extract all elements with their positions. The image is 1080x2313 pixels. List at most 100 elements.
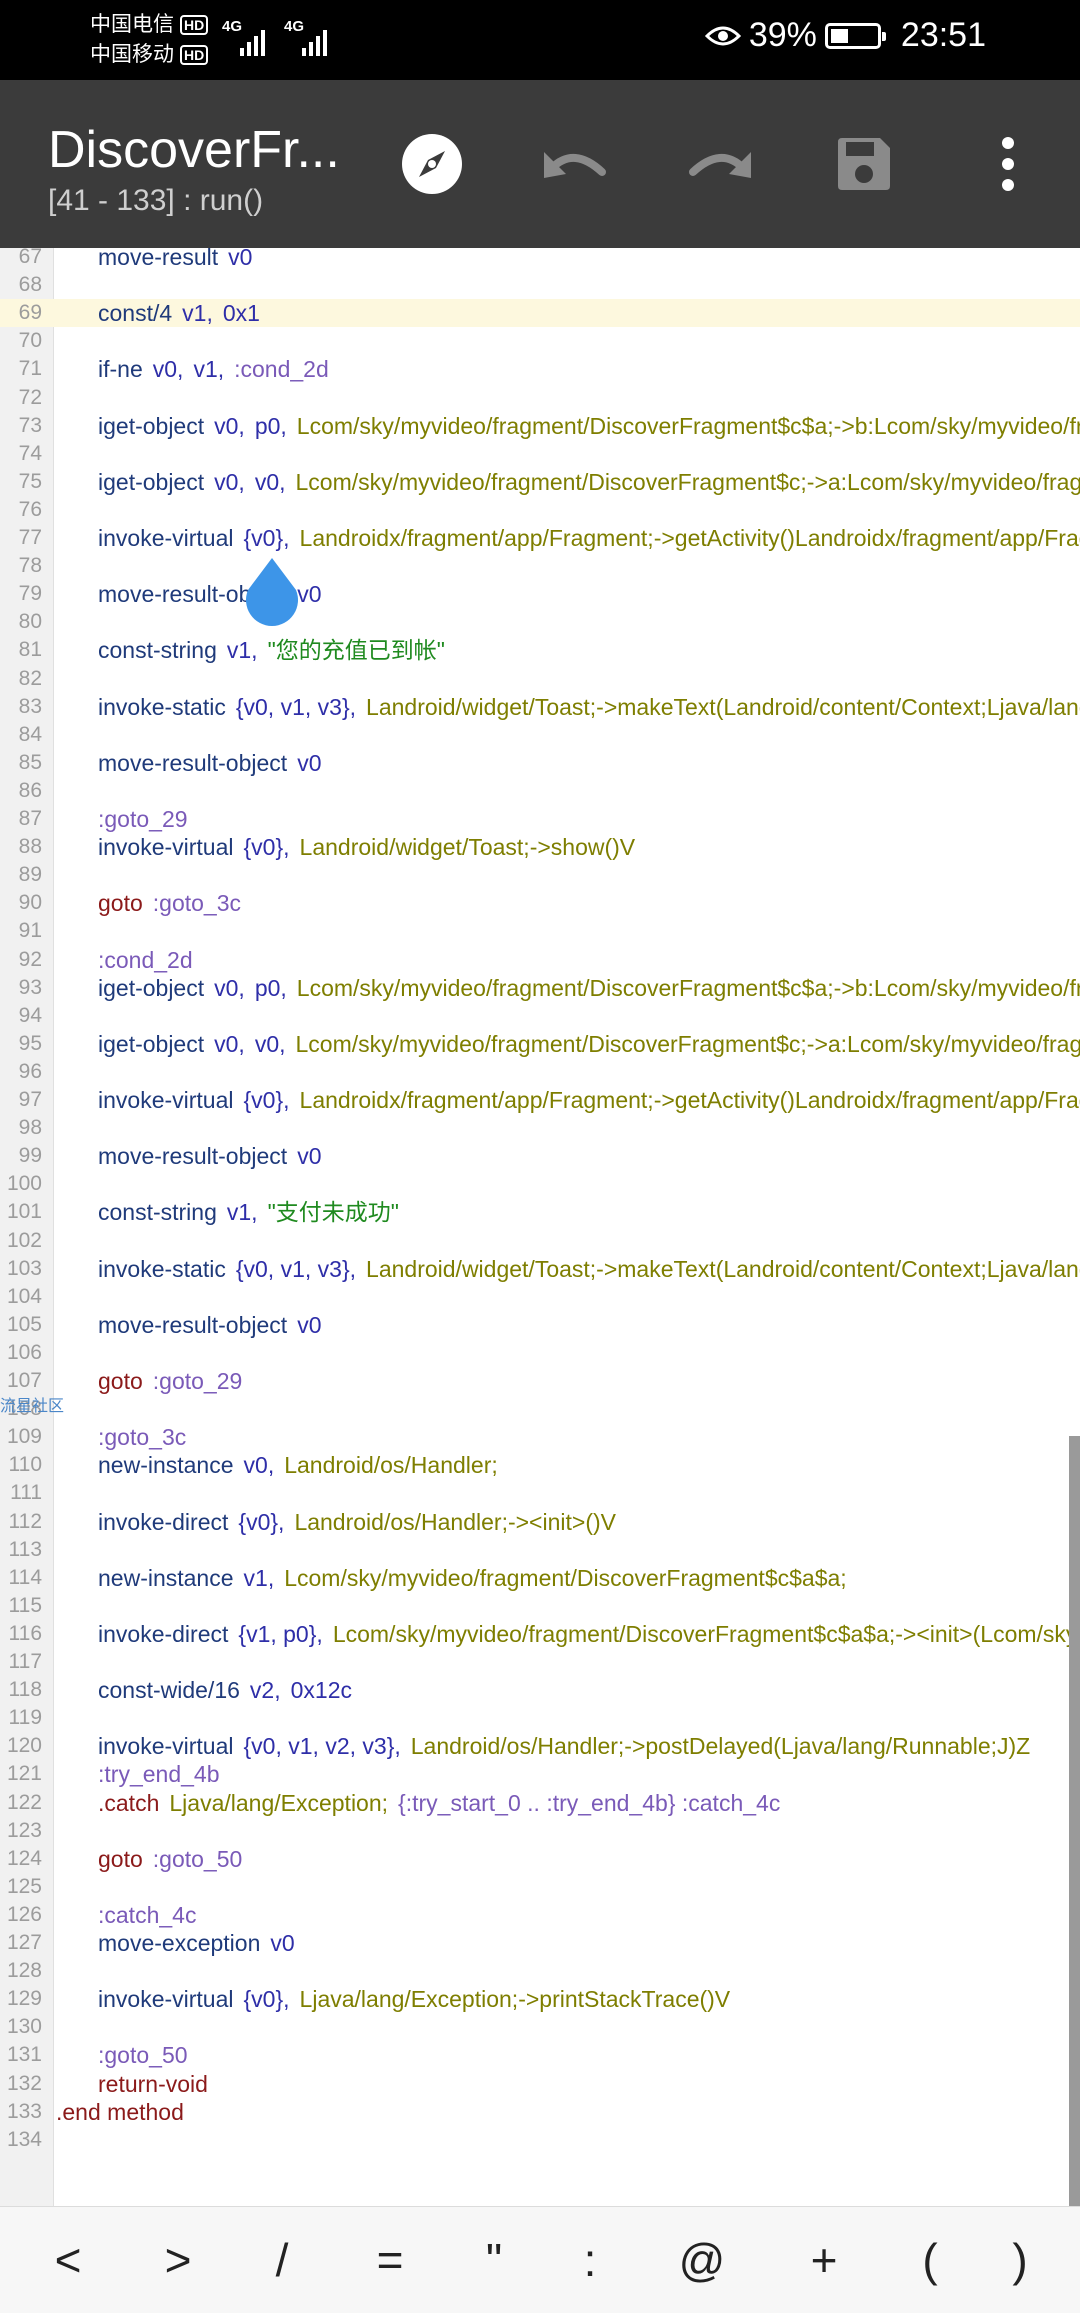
code-line[interactable]: 94 bbox=[0, 1002, 1080, 1030]
line-number: 71 bbox=[0, 355, 42, 383]
line-number: 121 bbox=[0, 1760, 42, 1788]
code-line[interactable]: 97invoke-virtual{v0},Landroidx/fragment/… bbox=[0, 1086, 1080, 1114]
code-line[interactable]: 115 bbox=[0, 1592, 1080, 1620]
code-line[interactable]: 103invoke-static{v0, v1, v3},Landroid/wi… bbox=[0, 1255, 1080, 1283]
code-line[interactable]: 118const-wide/16v2,0x12c bbox=[0, 1676, 1080, 1704]
symbol-key-less-than[interactable]: < bbox=[18, 2207, 118, 2313]
code-token: invoke-virtual bbox=[98, 834, 234, 860]
code-line[interactable]: 105move-result-objectv0 bbox=[0, 1311, 1080, 1339]
code-line[interactable]: 121:try_end_4b bbox=[0, 1760, 1080, 1788]
code-line[interactable]: 70 bbox=[0, 327, 1080, 355]
code-line[interactable]: 108 bbox=[0, 1395, 1080, 1423]
code-line[interactable]: 120invoke-virtual{v0, v1, v2, v3},Landro… bbox=[0, 1732, 1080, 1760]
code-line[interactable]: 81 const-stringv1,"您的充值已到帐" bbox=[0, 636, 1080, 664]
code-line[interactable]: 88invoke-virtual{v0},Landroid/widget/Toa… bbox=[0, 833, 1080, 861]
code-line[interactable]: 69const/4v1,0x1 bbox=[0, 299, 1080, 327]
code-line[interactable]: 91 bbox=[0, 917, 1080, 945]
code-line[interactable]: 75iget-objectv0,v0,Lcom/sky/myvideo/frag… bbox=[0, 468, 1080, 496]
code-line[interactable]: 128 bbox=[0, 1957, 1080, 1985]
symbol-key-plus[interactable]: + bbox=[774, 2207, 874, 2313]
code-token: "您的充值已到帐" bbox=[268, 637, 445, 663]
code-text: move-result-objectv0 bbox=[98, 1142, 331, 1170]
symbol-key-open-paren[interactable]: ( bbox=[880, 2207, 980, 2313]
code-line[interactable]: 124goto:goto_50 bbox=[0, 1845, 1080, 1873]
code-line[interactable]: 101const-stringv1,"支付未成功" bbox=[0, 1198, 1080, 1226]
code-line[interactable]: 116invoke-direct{v1, p0},Lcom/sky/myvide… bbox=[0, 1620, 1080, 1648]
line-number: 131 bbox=[0, 2041, 42, 2069]
code-line[interactable]: 113 bbox=[0, 1536, 1080, 1564]
network-type-2: 4G bbox=[284, 18, 304, 35]
code-line[interactable]: 127move-exceptionv0 bbox=[0, 1929, 1080, 1957]
code-line[interactable]: 84 bbox=[0, 721, 1080, 749]
code-line[interactable]: 74 bbox=[0, 440, 1080, 468]
symbol-key-greater-than[interactable]: > bbox=[128, 2207, 228, 2313]
code-line[interactable]: 72 bbox=[0, 384, 1080, 412]
code-line[interactable]: 114new-instancev1,Lcom/sky/myvideo/fragm… bbox=[0, 1564, 1080, 1592]
symbol-key-slash[interactable]: / bbox=[232, 2207, 332, 2313]
code-line[interactable]: 71if-nev0,v1,:cond_2d bbox=[0, 355, 1080, 383]
code-line[interactable]: 117 bbox=[0, 1648, 1080, 1676]
code-line[interactable]: 89 bbox=[0, 861, 1080, 889]
code-line[interactable]: 86 bbox=[0, 777, 1080, 805]
code-line[interactable]: 92:cond_2d bbox=[0, 946, 1080, 974]
code-line[interactable]: 132return-void bbox=[0, 2070, 1080, 2098]
code-line[interactable]: 99move-result-objectv0 bbox=[0, 1142, 1080, 1170]
more-options-button[interactable] bbox=[968, 124, 1048, 204]
code-line[interactable]: 130 bbox=[0, 2013, 1080, 2041]
code-text: invoke-virtual{v0},Landroidx/fragment/ap… bbox=[98, 524, 1080, 552]
code-line[interactable]: 133.end method bbox=[0, 2098, 1080, 2126]
navigate-button[interactable] bbox=[392, 124, 472, 204]
code-line[interactable]: 134 bbox=[0, 2126, 1080, 2154]
code-line[interactable]: 93iget-objectv0,p0,Lcom/sky/myvideo/frag… bbox=[0, 974, 1080, 1002]
code-line[interactable]: 98 bbox=[0, 1114, 1080, 1142]
code-line[interactable]: 90goto:goto_3c bbox=[0, 889, 1080, 917]
line-number: 81 bbox=[0, 636, 42, 664]
code-line[interactable]: 123 bbox=[0, 1817, 1080, 1845]
code-line[interactable]: 73iget-objectv0,p0,Lcom/sky/myvideo/frag… bbox=[0, 412, 1080, 440]
code-line[interactable]: 131:goto_50 bbox=[0, 2041, 1080, 2069]
code-line[interactable]: 104 bbox=[0, 1283, 1080, 1311]
cursor-handle-icon[interactable] bbox=[241, 556, 303, 628]
code-line[interactable]: 67move-resultv0 bbox=[0, 248, 1080, 271]
code-line[interactable]: 78 bbox=[0, 552, 1080, 580]
code-line[interactable]: 82 bbox=[0, 665, 1080, 693]
code-line[interactable]: 83invoke-static{v0, v1, v3},Landroid/wid… bbox=[0, 693, 1080, 721]
code-line[interactable]: 126:catch_4c bbox=[0, 1901, 1080, 1929]
code-line[interactable]: 112invoke-direct{v0},Landroid/os/Handler… bbox=[0, 1508, 1080, 1536]
symbol-key-at[interactable]: @ bbox=[652, 2207, 752, 2313]
line-number: 128 bbox=[0, 1957, 42, 1985]
symbol-key-colon[interactable]: : bbox=[540, 2207, 640, 2313]
code-line[interactable]: 96 bbox=[0, 1058, 1080, 1086]
code-line[interactable]: 79move-result-objectv0 bbox=[0, 580, 1080, 608]
carrier-info: 中国电信HD 中国移动HD bbox=[90, 10, 208, 70]
code-line[interactable]: 87:goto_29 bbox=[0, 805, 1080, 833]
code-line[interactable]: 119 bbox=[0, 1704, 1080, 1732]
code-line[interactable]: 95iget-objectv0,v0,Lcom/sky/myvideo/frag… bbox=[0, 1030, 1080, 1058]
code-line[interactable]: 125 bbox=[0, 1873, 1080, 1901]
code-line[interactable]: 102 bbox=[0, 1227, 1080, 1255]
code-line[interactable]: 85move-result-objectv0 bbox=[0, 749, 1080, 777]
code-line[interactable]: 129invoke-virtual{v0},Ljava/lang/Excepti… bbox=[0, 1985, 1080, 2013]
code-line[interactable]: 68 bbox=[0, 271, 1080, 299]
code-line[interactable]: 109:goto_3c bbox=[0, 1423, 1080, 1451]
code-line[interactable]: 111 bbox=[0, 1479, 1080, 1507]
code-line[interactable]: 122.catchLjava/lang/Exception;{:try_star… bbox=[0, 1789, 1080, 1817]
code-line[interactable]: 80 bbox=[0, 608, 1080, 636]
save-button[interactable] bbox=[824, 124, 904, 204]
code-line[interactable]: 77invoke-virtual{v0},Landroidx/fragment/… bbox=[0, 524, 1080, 552]
code-text: const-stringv1,"您的充值已到帐" bbox=[98, 636, 455, 664]
code-line[interactable]: 107goto:goto_29 bbox=[0, 1367, 1080, 1395]
file-title: DiscoverFr... bbox=[48, 118, 340, 182]
code-line[interactable]: 100 bbox=[0, 1170, 1080, 1198]
symbol-key-equals[interactable]: = bbox=[340, 2207, 440, 2313]
symbol-key-close-paren[interactable]: ) bbox=[970, 2207, 1070, 2313]
code-line[interactable]: 110new-instancev0,Landroid/os/Handler; bbox=[0, 1451, 1080, 1479]
code-token: "支付未成功" bbox=[268, 1199, 399, 1225]
code-line[interactable]: 106 bbox=[0, 1339, 1080, 1367]
symbol-key-quote[interactable]: " bbox=[444, 2207, 544, 2313]
undo-button[interactable] bbox=[535, 124, 615, 204]
redo-button[interactable] bbox=[680, 124, 760, 204]
code-editor[interactable]: 67move-resultv06869const/4v1,0x17071if-n… bbox=[0, 248, 1080, 2206]
scrollbar-thumb[interactable] bbox=[1069, 1436, 1080, 2206]
code-line[interactable]: 76 bbox=[0, 496, 1080, 524]
